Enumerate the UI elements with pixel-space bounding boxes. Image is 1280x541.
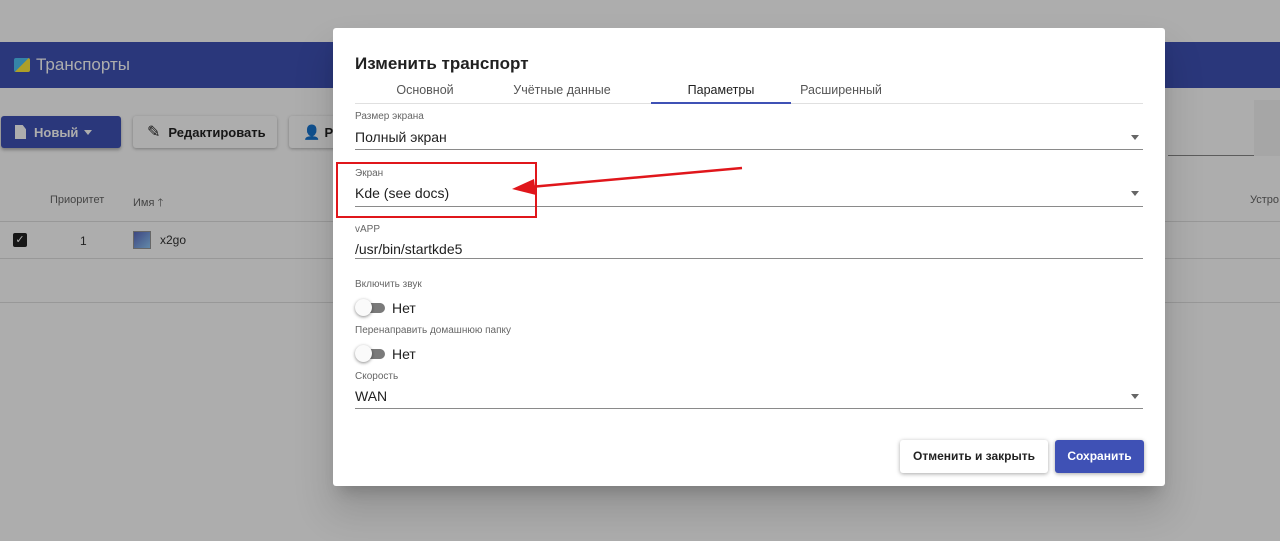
vapp-label: vAPP [355, 224, 381, 235]
speed-underline [355, 408, 1143, 409]
screen-size-label: Размер экрана [355, 111, 424, 122]
save-button[interactable]: Сохранить [1055, 440, 1144, 473]
sound-toggle-knob [355, 299, 372, 316]
redirect-home-toggle[interactable] [355, 345, 385, 362]
dialog-title: Изменить транспорт [355, 54, 529, 73]
redirect-home-toggle-text: Нет [392, 346, 416, 362]
tab-advanced[interactable]: Расширенный [771, 83, 911, 97]
active-tab-indicator [651, 102, 791, 104]
sound-toggle-text: Нет [392, 300, 416, 316]
vapp-input[interactable]: /usr/bin/startkde5 [355, 241, 462, 257]
speed-select[interactable]: WAN [355, 388, 387, 404]
screen-size-dropdown-icon[interactable] [1131, 135, 1139, 140]
sound-toggle[interactable] [355, 299, 385, 316]
annotation-highlight-box [336, 162, 537, 218]
speed-dropdown-icon[interactable] [1131, 394, 1139, 399]
vapp-underline [355, 258, 1143, 259]
edit-transport-dialog: Изменить транспорт Основной Учётные данн… [333, 28, 1165, 486]
cancel-and-close-button[interactable]: Отменить и закрыть [900, 440, 1048, 473]
redirect-home-label: Перенаправить домашнюю папку [355, 325, 511, 336]
speed-label: Скорость [355, 371, 399, 382]
screen-size-underline [355, 149, 1143, 150]
tab-main[interactable]: Основной [355, 83, 495, 97]
sound-label: Включить звук [355, 279, 422, 290]
tab-parameters[interactable]: Параметры [651, 83, 791, 97]
desktop-dropdown-icon[interactable] [1131, 191, 1139, 196]
tab-credentials[interactable]: Учётные данные [492, 83, 632, 97]
tab-bar: Основной Учётные данные Параметры Расшир… [355, 79, 1143, 104]
redirect-home-toggle-knob [355, 345, 372, 362]
screen-size-select[interactable]: Полный экран [355, 129, 447, 145]
